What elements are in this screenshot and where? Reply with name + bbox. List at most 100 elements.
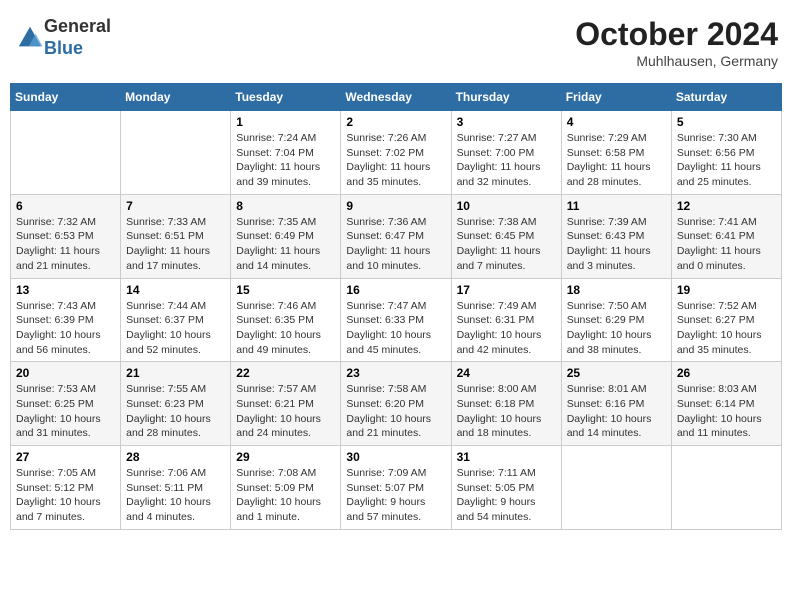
day-number: 25 (567, 366, 666, 380)
weekday-header: Tuesday (231, 84, 341, 111)
calendar-day-cell: 6 Sunrise: 7:32 AM Sunset: 6:53 PM Daylig… (11, 194, 121, 278)
logo-general: General (44, 16, 111, 36)
day-info: Sunrise: 7:46 AM Sunset: 6:35 PM Dayligh… (236, 299, 335, 358)
day-number: 16 (346, 283, 445, 297)
calendar-day-cell: 11 Sunrise: 7:39 AM Sunset: 6:43 PM Dayli… (561, 194, 671, 278)
day-info: Sunrise: 7:27 AM Sunset: 7:00 PM Dayligh… (457, 131, 556, 190)
calendar-day-cell: 7 Sunrise: 7:33 AM Sunset: 6:51 PM Daylig… (121, 194, 231, 278)
day-number: 12 (677, 199, 776, 213)
day-number: 14 (126, 283, 225, 297)
calendar-day-cell: 9 Sunrise: 7:36 AM Sunset: 6:47 PM Daylig… (341, 194, 451, 278)
day-info: Sunrise: 8:03 AM Sunset: 6:14 PM Dayligh… (677, 382, 776, 441)
day-info: Sunrise: 7:49 AM Sunset: 6:31 PM Dayligh… (457, 299, 556, 358)
calendar-week-row: 6 Sunrise: 7:32 AM Sunset: 6:53 PM Daylig… (11, 194, 782, 278)
page-header: General Blue October 2024 Muhlhausen, Ge… (10, 10, 782, 75)
day-info: Sunrise: 7:55 AM Sunset: 6:23 PM Dayligh… (126, 382, 225, 441)
calendar-day-cell (11, 111, 121, 195)
day-number: 19 (677, 283, 776, 297)
day-info: Sunrise: 7:26 AM Sunset: 7:02 PM Dayligh… (346, 131, 445, 190)
calendar-day-cell: 27Sunrise: 7:05 AM Sunset: 5:12 PM Dayli… (11, 446, 121, 530)
calendar-day-cell: 12 Sunrise: 7:41 AM Sunset: 6:41 PM Dayli… (671, 194, 781, 278)
day-info: Sunrise: 8:00 AM Sunset: 6:18 PM Dayligh… (457, 382, 556, 441)
day-info: Sunrise: 7:33 AM Sunset: 6:51 PM Dayligh… (126, 215, 225, 274)
day-info: Sunrise: 7:38 AM Sunset: 6:45 PM Dayligh… (457, 215, 556, 274)
calendar-day-cell: 26 Sunrise: 8:03 AM Sunset: 6:14 PM Dayli… (671, 362, 781, 446)
calendar-day-cell: 17 Sunrise: 7:49 AM Sunset: 6:31 PM Dayli… (451, 278, 561, 362)
weekday-header: Sunday (11, 84, 121, 111)
day-number: 6 (16, 199, 115, 213)
day-number: 2 (346, 115, 445, 129)
day-number: 3 (457, 115, 556, 129)
logo: General Blue (14, 16, 111, 59)
calendar-day-cell: 24Sunrise: 8:00 AM Sunset: 6:18 PM Dayli… (451, 362, 561, 446)
logo-blue: Blue (44, 38, 83, 58)
day-info: Sunrise: 7:50 AM Sunset: 6:29 PM Dayligh… (567, 299, 666, 358)
calendar-day-cell: 2 Sunrise: 7:26 AM Sunset: 7:02 PM Daylig… (341, 111, 451, 195)
day-number: 13 (16, 283, 115, 297)
day-number: 27 (16, 450, 115, 464)
calendar-day-cell: 21 Sunrise: 7:55 AM Sunset: 6:23 PM Dayli… (121, 362, 231, 446)
day-number: 30 (346, 450, 445, 464)
day-info: Sunrise: 7:06 AM Sunset: 5:11 PM Dayligh… (126, 466, 225, 525)
day-number: 9 (346, 199, 445, 213)
day-info: Sunrise: 7:41 AM Sunset: 6:41 PM Dayligh… (677, 215, 776, 274)
day-number: 11 (567, 199, 666, 213)
title-block: October 2024 Muhlhausen, Germany (575, 16, 778, 69)
day-info: Sunrise: 7:36 AM Sunset: 6:47 PM Dayligh… (346, 215, 445, 274)
day-number: 21 (126, 366, 225, 380)
day-number: 17 (457, 283, 556, 297)
day-info: Sunrise: 7:24 AM Sunset: 7:04 PM Dayligh… (236, 131, 335, 190)
calendar-day-cell: 23Sunrise: 7:58 AM Sunset: 6:20 PM Dayli… (341, 362, 451, 446)
calendar-day-cell: 25 Sunrise: 8:01 AM Sunset: 6:16 PM Dayli… (561, 362, 671, 446)
calendar-day-cell: 31 Sunrise: 7:11 AM Sunset: 5:05 PM Dayli… (451, 446, 561, 530)
day-info: Sunrise: 7:29 AM Sunset: 6:58 PM Dayligh… (567, 131, 666, 190)
day-info: Sunrise: 7:11 AM Sunset: 5:05 PM Dayligh… (457, 466, 556, 525)
calendar-header-row: SundayMondayTuesdayWednesdayThursdayFrid… (11, 84, 782, 111)
calendar-day-cell: 19Sunrise: 7:52 AM Sunset: 6:27 PM Dayli… (671, 278, 781, 362)
day-number: 22 (236, 366, 335, 380)
day-info: Sunrise: 7:39 AM Sunset: 6:43 PM Dayligh… (567, 215, 666, 274)
day-number: 26 (677, 366, 776, 380)
day-info: Sunrise: 7:32 AM Sunset: 6:53 PM Dayligh… (16, 215, 115, 274)
calendar-day-cell (121, 111, 231, 195)
month-title: October 2024 (575, 16, 778, 53)
day-info: Sunrise: 7:35 AM Sunset: 6:49 PM Dayligh… (236, 215, 335, 274)
calendar-day-cell: 20 Sunrise: 7:53 AM Sunset: 6:25 PM Dayli… (11, 362, 121, 446)
day-number: 31 (457, 450, 556, 464)
calendar-day-cell: 22 Sunrise: 7:57 AM Sunset: 6:21 PM Dayli… (231, 362, 341, 446)
day-info: Sunrise: 7:09 AM Sunset: 5:07 PM Dayligh… (346, 466, 445, 525)
weekday-header: Monday (121, 84, 231, 111)
calendar-day-cell: 15 Sunrise: 7:46 AM Sunset: 6:35 PM Dayli… (231, 278, 341, 362)
day-info: Sunrise: 7:57 AM Sunset: 6:21 PM Dayligh… (236, 382, 335, 441)
day-info: Sunrise: 7:53 AM Sunset: 6:25 PM Dayligh… (16, 382, 115, 441)
day-info: Sunrise: 7:43 AM Sunset: 6:39 PM Dayligh… (16, 299, 115, 358)
day-info: Sunrise: 8:01 AM Sunset: 6:16 PM Dayligh… (567, 382, 666, 441)
calendar-day-cell: 8 Sunrise: 7:35 AM Sunset: 6:49 PM Daylig… (231, 194, 341, 278)
day-number: 18 (567, 283, 666, 297)
calendar-day-cell: 30 Sunrise: 7:09 AM Sunset: 5:07 PM Dayli… (341, 446, 451, 530)
calendar-day-cell: 3 Sunrise: 7:27 AM Sunset: 7:00 PM Daylig… (451, 111, 561, 195)
day-number: 1 (236, 115, 335, 129)
day-number: 28 (126, 450, 225, 464)
calendar-day-cell: 28 Sunrise: 7:06 AM Sunset: 5:11 PM Dayli… (121, 446, 231, 530)
calendar-day-cell: 5 Sunrise: 7:30 AM Sunset: 6:56 PM Daylig… (671, 111, 781, 195)
weekday-header: Friday (561, 84, 671, 111)
calendar-week-row: 20 Sunrise: 7:53 AM Sunset: 6:25 PM Dayli… (11, 362, 782, 446)
day-number: 29 (236, 450, 335, 464)
calendar-day-cell: 13 Sunrise: 7:43 AM Sunset: 6:39 PM Dayli… (11, 278, 121, 362)
calendar-day-cell: 1 Sunrise: 7:24 AM Sunset: 7:04 PM Daylig… (231, 111, 341, 195)
weekday-header: Saturday (671, 84, 781, 111)
day-number: 8 (236, 199, 335, 213)
calendar-day-cell: 4Sunrise: 7:29 AM Sunset: 6:58 PM Daylig… (561, 111, 671, 195)
calendar-day-cell: 16Sunrise: 7:47 AM Sunset: 6:33 PM Dayli… (341, 278, 451, 362)
day-number: 15 (236, 283, 335, 297)
calendar-table: SundayMondayTuesdayWednesdayThursdayFrid… (10, 83, 782, 530)
day-info: Sunrise: 7:30 AM Sunset: 6:56 PM Dayligh… (677, 131, 776, 190)
logo-icon (16, 24, 44, 52)
day-number: 5 (677, 115, 776, 129)
calendar-day-cell: 29Sunrise: 7:08 AM Sunset: 5:09 PM Dayli… (231, 446, 341, 530)
day-number: 10 (457, 199, 556, 213)
day-number: 7 (126, 199, 225, 213)
day-number: 20 (16, 366, 115, 380)
day-info: Sunrise: 7:58 AM Sunset: 6:20 PM Dayligh… (346, 382, 445, 441)
